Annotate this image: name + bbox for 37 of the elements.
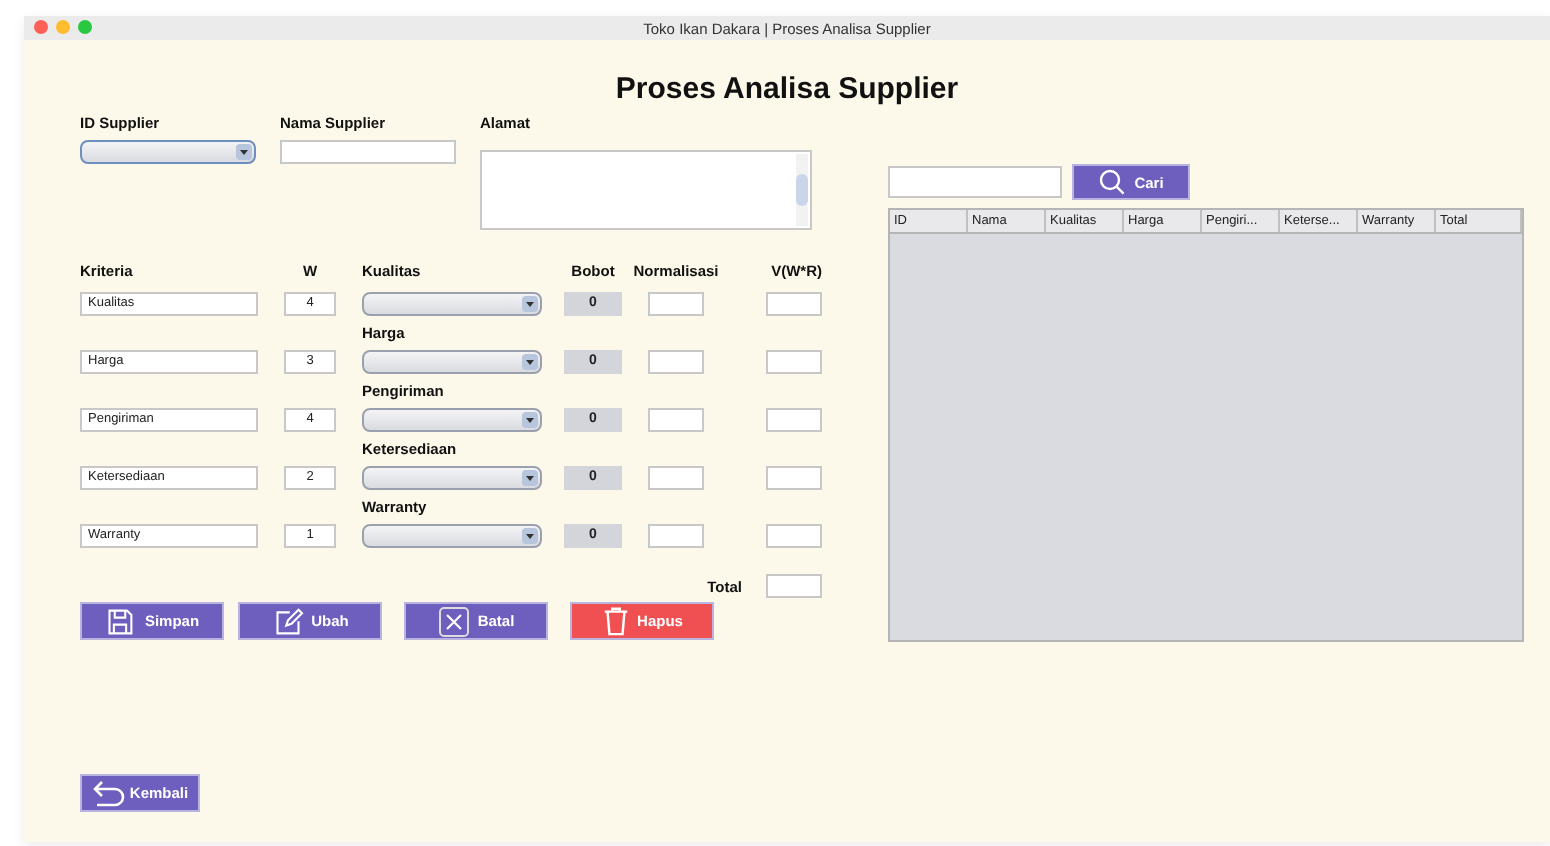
input-field[interactable]: [648, 292, 704, 316]
input-field[interactable]: [766, 292, 822, 316]
input-field[interactable]: [648, 350, 704, 374]
rating-dropdown[interactable]: [362, 524, 542, 548]
minimize-button[interactable]: [56, 20, 70, 34]
input-field[interactable]: [648, 524, 704, 548]
total-field[interactable]: [766, 574, 822, 598]
trash-icon: [601, 606, 630, 636]
input-field[interactable]: [766, 524, 822, 548]
input-field[interactable]: [766, 350, 822, 374]
input-field[interactable]: [280, 140, 456, 164]
caret-icon: [236, 144, 252, 160]
caret-icon: [522, 528, 538, 544]
caret-icon: [522, 296, 538, 312]
caret-icon: [522, 354, 538, 370]
edit-icon: [271, 607, 304, 635]
return-icon: [91, 779, 128, 807]
input-field[interactable]: [648, 466, 704, 490]
rating-dropdown[interactable]: [362, 408, 542, 432]
rating-dropdown[interactable]: [362, 466, 542, 490]
save-icon: [104, 607, 137, 635]
rating-dropdown[interactable]: [362, 292, 542, 316]
input-field[interactable]: [766, 408, 822, 432]
input-field[interactable]: [766, 466, 822, 490]
search-field[interactable]: [888, 166, 1062, 198]
caret-icon: [522, 412, 538, 428]
supplier-dropdown[interactable]: [80, 140, 256, 164]
input-field[interactable]: [648, 408, 704, 432]
rating-dropdown[interactable]: [362, 350, 542, 374]
maximize-button[interactable]: [78, 20, 92, 34]
cancel-icon: [437, 605, 470, 637]
close-button[interactable]: [34, 20, 48, 34]
address-field[interactable]: [480, 150, 812, 230]
caret-icon: [522, 470, 538, 486]
scroll-bar[interactable]: [796, 154, 808, 226]
search-icon: [1098, 168, 1127, 196]
page-heading: Proses Analisa Supplier: [615, 72, 959, 106]
